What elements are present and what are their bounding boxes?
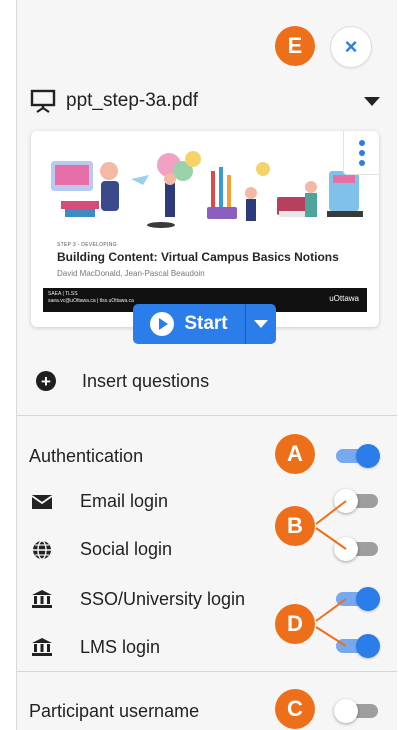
slide-step-label: STEP 3 - DEVELOPING: [57, 242, 117, 248]
slide-title: Building Content: Virtual Campus Basics …: [57, 250, 339, 264]
start-options-button[interactable]: [245, 304, 276, 344]
chevron-down-icon[interactable]: [364, 96, 380, 106]
sso-login-toggle[interactable]: [334, 587, 380, 611]
participant-username-label: Participant username: [29, 701, 200, 721]
email-login-label: Email login: [80, 491, 169, 511]
social-login-toggle[interactable]: [334, 537, 380, 561]
file-name: ppt_step-3a.pdf: [66, 90, 199, 111]
kebab-dot: [358, 149, 365, 156]
slide-brand: uOttawa: [329, 294, 359, 303]
email-login-toggle[interactable]: [334, 489, 380, 513]
kebab-dot: [358, 159, 365, 166]
chevron-down-icon: [254, 320, 268, 328]
lms-login-label: LMS login: [80, 637, 161, 657]
divider: [17, 671, 397, 672]
play-icon: [150, 312, 175, 336]
institution-icon: [32, 638, 52, 656]
slide-preview[interactable]: STEP 3 - DEVELOPING Building Content: Vi…: [31, 131, 379, 327]
authentication-label: Authentication: [29, 446, 144, 466]
participant-username-toggle[interactable]: [334, 699, 380, 723]
kebab-dot: [358, 139, 365, 146]
callout-e: E: [275, 26, 315, 66]
file-selector[interactable]: ppt_step-3a.pdf: [30, 88, 380, 114]
divider: [17, 415, 397, 416]
presentation-icon: [30, 89, 56, 113]
globe-icon: [33, 540, 51, 560]
callout-c: C: [275, 689, 315, 729]
envelope-icon: [31, 495, 53, 509]
start-label: Start: [184, 313, 228, 334]
slide-menu-button[interactable]: [343, 131, 379, 175]
start-button[interactable]: Start: [133, 304, 245, 344]
callout-a: A: [275, 434, 315, 474]
institution-icon: [32, 590, 52, 608]
sso-login-label: SSO/University login: [80, 589, 246, 609]
callout-b: B: [275, 506, 315, 546]
close-button[interactable]: ×: [330, 26, 372, 68]
slide-footer-line1: SAEA | TLSS: [48, 291, 78, 297]
social-login-label: Social login: [80, 539, 173, 559]
plus-circle-icon: +: [36, 371, 56, 391]
authentication-toggle[interactable]: [334, 444, 380, 468]
close-icon: ×: [344, 34, 358, 59]
start-button-group: Start: [133, 304, 276, 344]
slide-authors: David MacDonald, Jean-Pascal Beaudoin: [57, 269, 205, 278]
lms-login-toggle[interactable]: [334, 634, 380, 658]
insert-questions-label: Insert questions: [82, 370, 210, 391]
insert-questions-button[interactable]: + Insert questions: [36, 369, 209, 393]
slide-illustration: [51, 151, 363, 228]
callout-d: D: [275, 604, 315, 644]
